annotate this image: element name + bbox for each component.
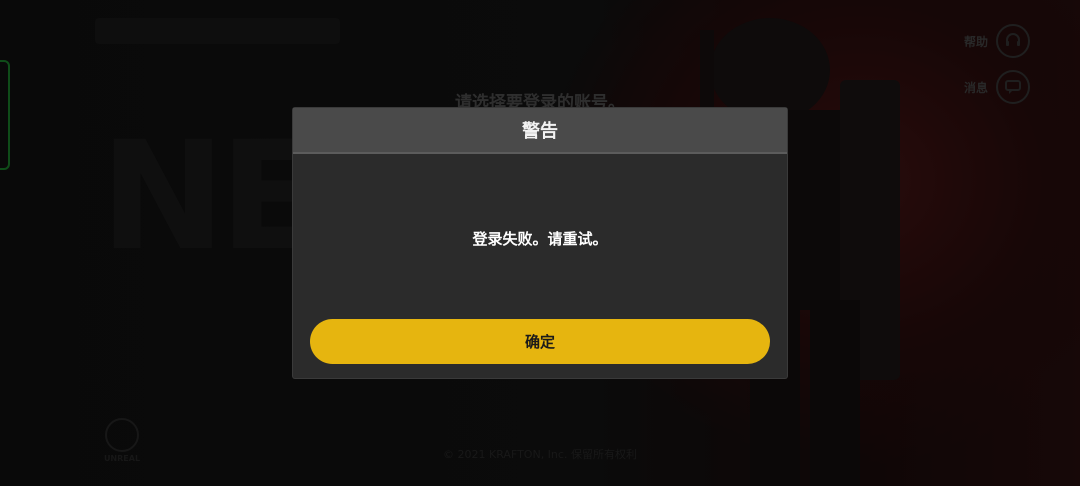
confirm-button[interactable]: 确定 <box>310 319 770 364</box>
dialog-title: 警告 <box>522 121 558 142</box>
warning-dialog: 警告 登录失败。请重试。 确定 <box>293 108 787 378</box>
dialog-header: 警告 <box>293 108 787 154</box>
screen: NEW 请选择要登录的账号。 帮助 消息 UNREAL © 2021 KRAFT… <box>0 0 1080 486</box>
dialog-message: 登录失败。请重试。 <box>472 230 608 248</box>
